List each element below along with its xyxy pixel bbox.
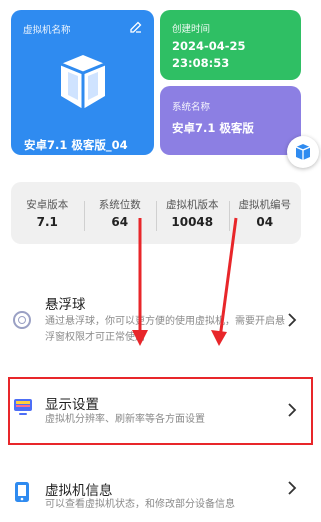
arrow-right-head xyxy=(211,330,227,346)
arrow-right xyxy=(218,217,238,339)
arrow-left-head xyxy=(132,330,148,346)
annotation-arrows xyxy=(132,217,238,346)
